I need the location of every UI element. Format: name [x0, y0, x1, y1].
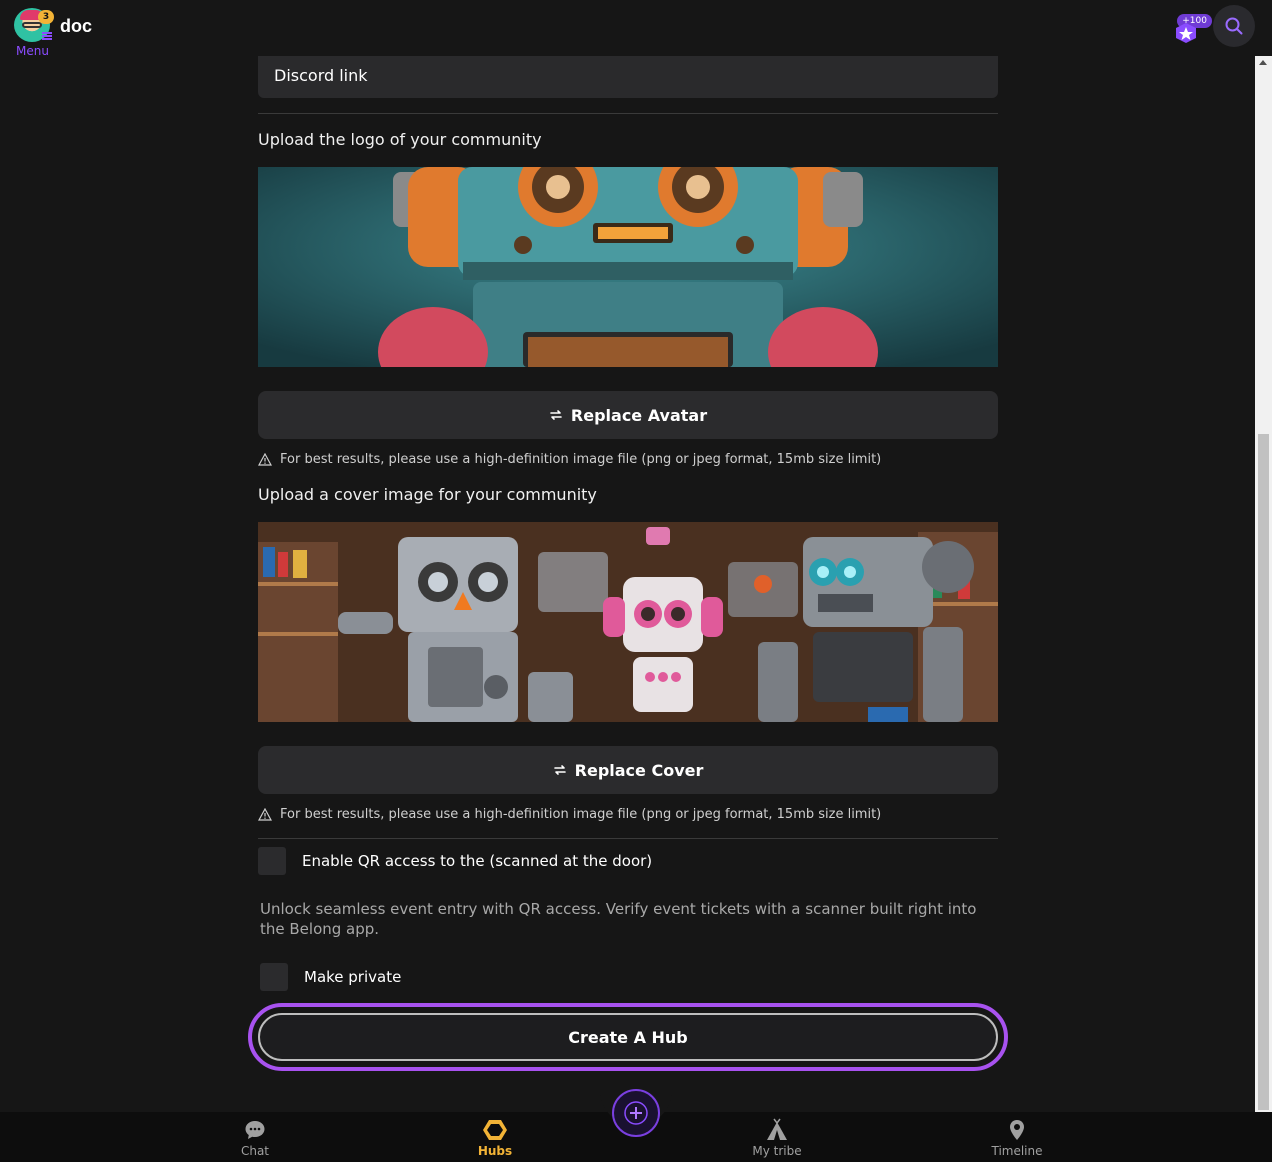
nav-hubs[interactable]: Hubs [450, 1118, 540, 1158]
cover-preview-image [258, 522, 998, 722]
app-name: doc [60, 16, 93, 36]
menu-label[interactable]: Menu [16, 44, 49, 58]
logo-hint-text: For best results, please use a high-defi… [280, 452, 882, 467]
make-private-checkbox[interactable] [260, 963, 288, 991]
nav-timeline-label: Timeline [991, 1144, 1043, 1158]
create-hub-button[interactable]: Create A Hub [258, 1013, 998, 1061]
nav-chat[interactable]: Chat [210, 1118, 300, 1158]
replace-avatar-label: Replace Avatar [570, 405, 708, 425]
nav-timeline[interactable]: Timeline [972, 1118, 1062, 1158]
logo-section-title: Upload the logo of your community [258, 130, 542, 149]
replace-icon [553, 765, 566, 775]
replace-icon [550, 410, 562, 420]
cover-section-title: Upload a cover image for your community [258, 485, 597, 504]
replace-avatar-button[interactable]: Replace Avatar [258, 391, 998, 439]
warning-icon [258, 808, 272, 821]
tent-icon [767, 1118, 787, 1140]
menu-icon[interactable] [42, 32, 52, 40]
logo-preview-image [258, 167, 998, 367]
points-button[interactable]: +100 [1172, 14, 1212, 44]
divider [258, 113, 998, 114]
notification-count-badge: 3 [38, 10, 54, 24]
top-bar: 3 doc Menu +100 [0, 0, 1272, 58]
make-private-label[interactable]: Make private [304, 968, 401, 986]
cover-hint-text: For best results, please use a high-defi… [280, 807, 882, 822]
replace-cover-label: Replace Cover [574, 760, 704, 780]
discord-link-field[interactable]: Discord link [258, 56, 998, 98]
search-button[interactable] [1213, 5, 1255, 47]
search-icon [1225, 17, 1243, 35]
create-fab-button[interactable] [612, 1089, 660, 1137]
logo-hint: For best results, please use a high-defi… [258, 452, 881, 467]
star-hexagon-icon [1176, 23, 1196, 43]
chat-bubble-icon [245, 1121, 265, 1139]
qr-access-checkbox[interactable] [258, 847, 286, 875]
hexagon-icon [483, 1120, 507, 1140]
discord-link-placeholder: Discord link [274, 66, 368, 85]
scrollbar-thumb[interactable] [1258, 434, 1269, 1110]
replace-cover-button[interactable]: Replace Cover [258, 746, 998, 794]
divider [258, 838, 998, 839]
nav-my-tribe[interactable]: My tribe [732, 1118, 822, 1158]
scroll-up-arrow[interactable] [1259, 60, 1267, 65]
warning-icon [258, 453, 272, 466]
plus-icon [624, 1101, 648, 1125]
nav-my-tribe-label: My tribe [752, 1144, 802, 1158]
create-hub-label: Create A Hub [568, 1027, 688, 1047]
cover-hint: For best results, please use a high-defi… [258, 807, 881, 822]
nav-chat-label: Chat [240, 1144, 270, 1158]
nav-hubs-label: Hubs [477, 1144, 513, 1158]
qr-access-description: Unlock seamless event entry with QR acce… [260, 900, 977, 938]
location-pin-icon [1010, 1120, 1024, 1140]
qr-access-label[interactable]: Enable QR access to the (scanned at the … [302, 852, 652, 870]
